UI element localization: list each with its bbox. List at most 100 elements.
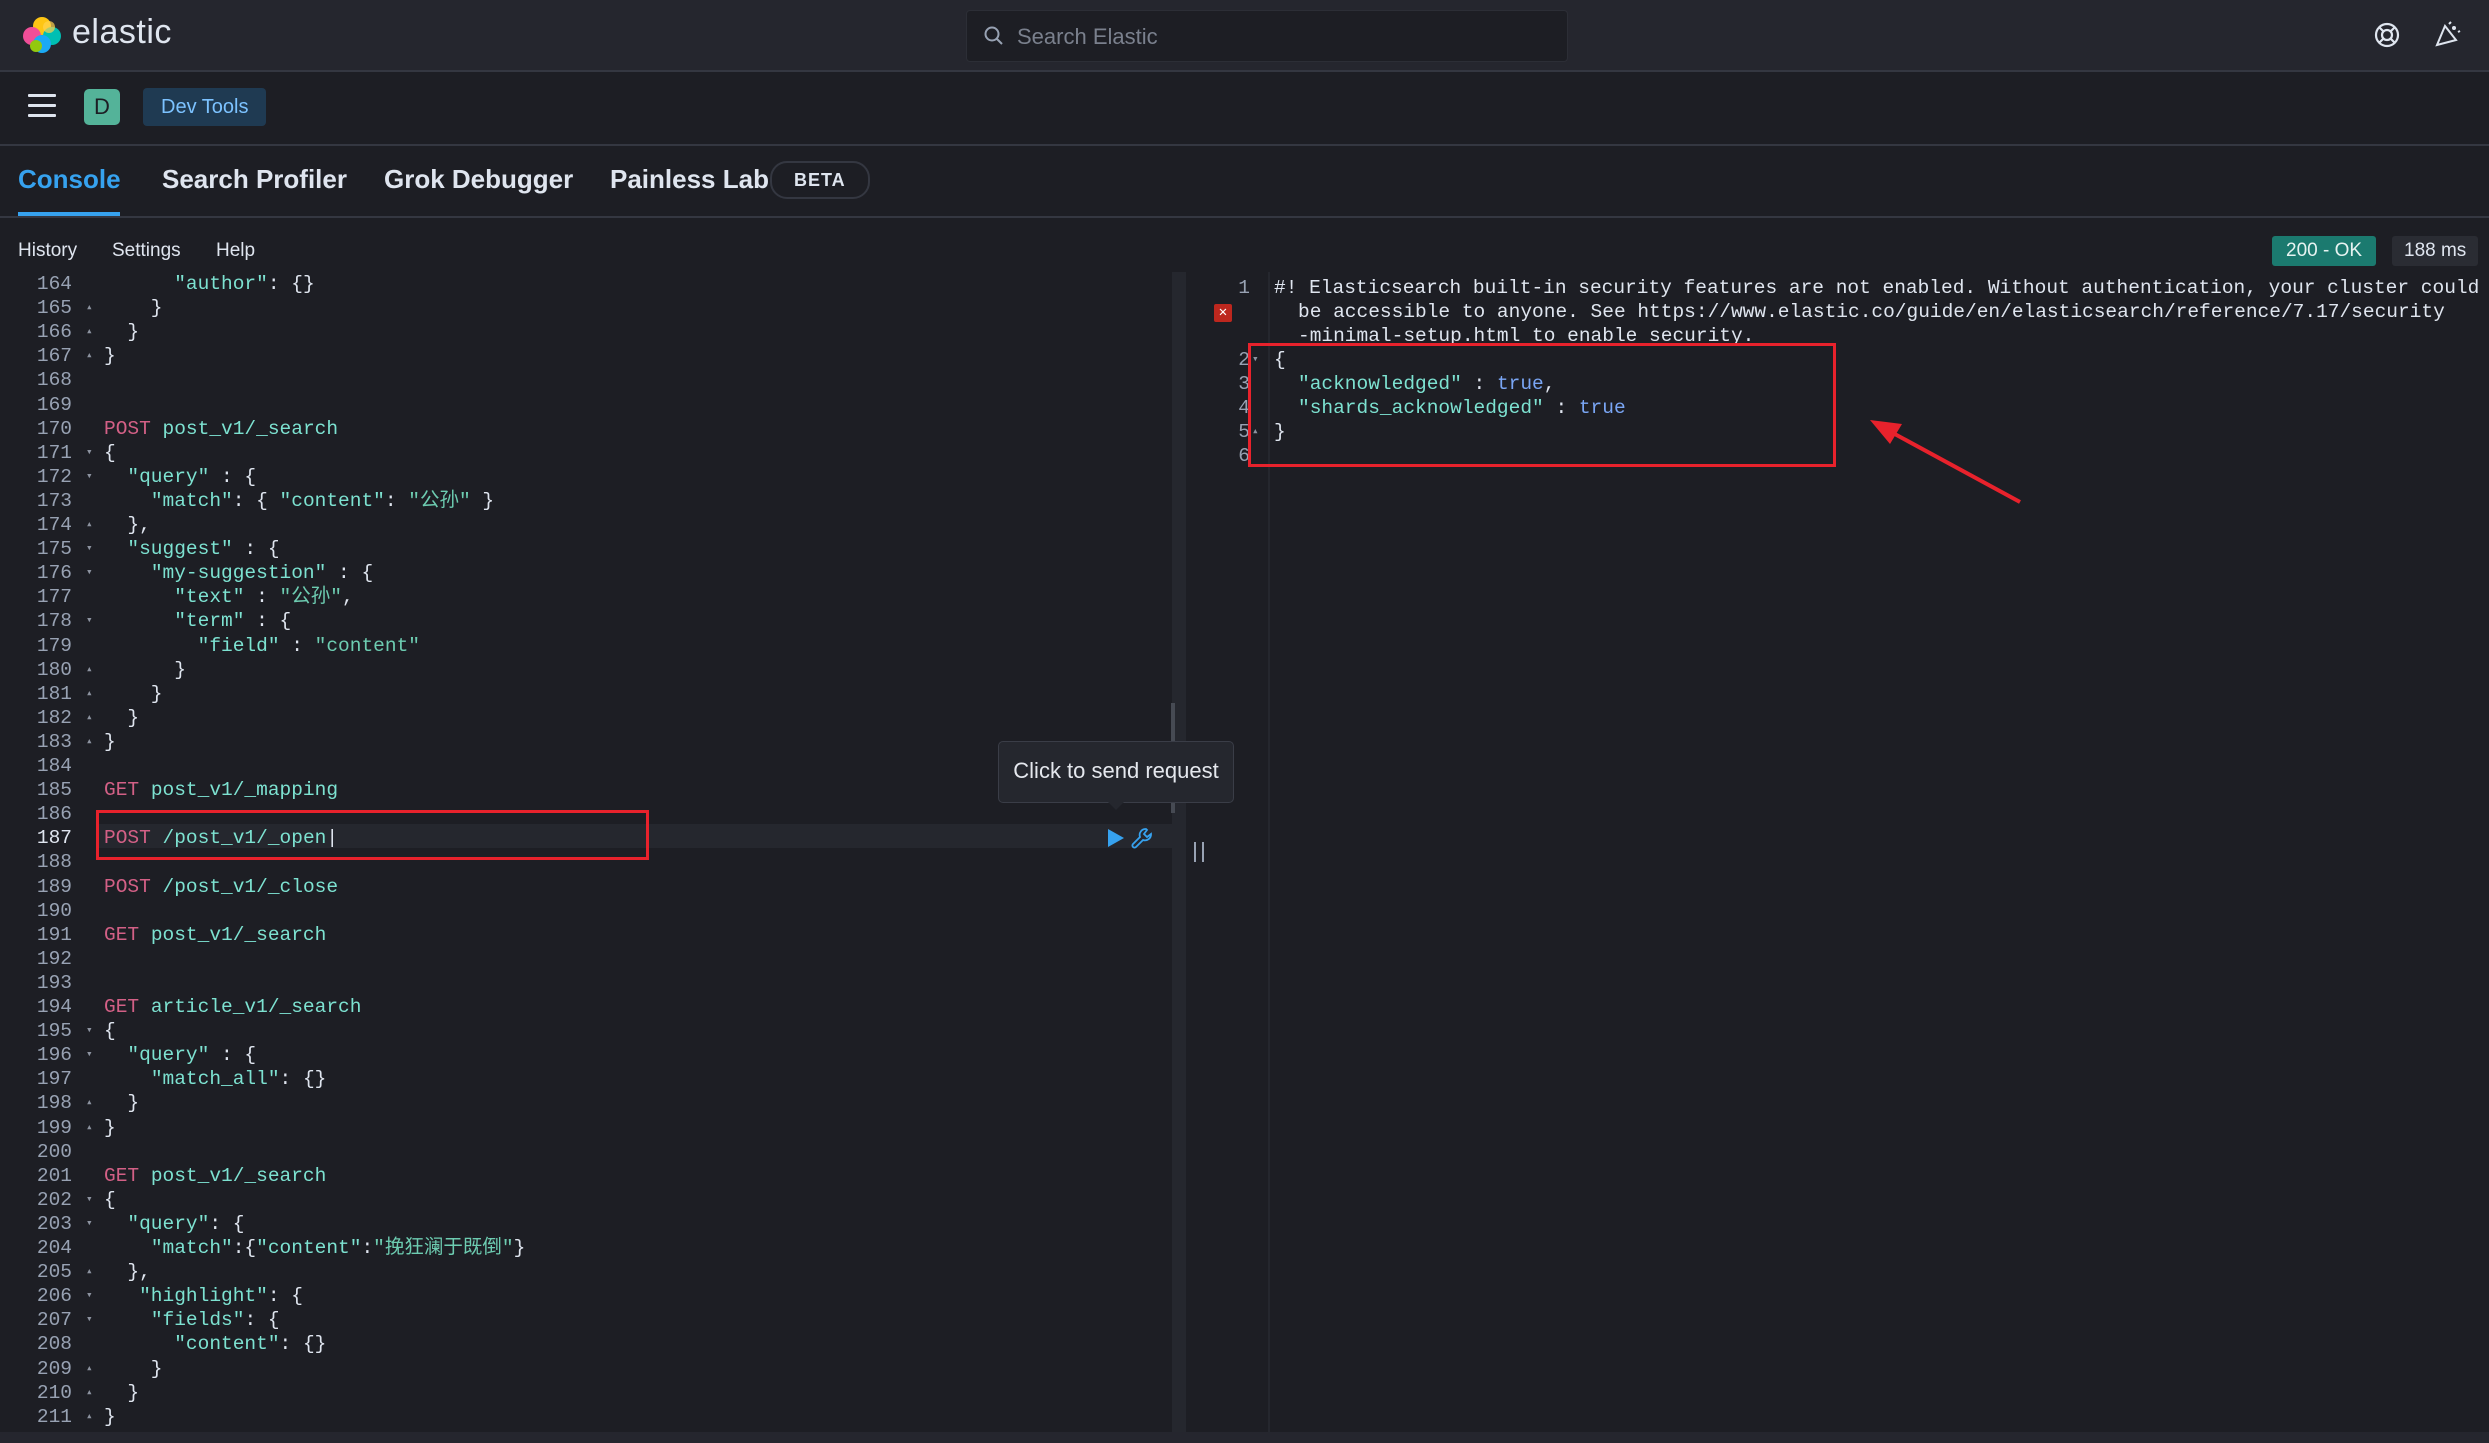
code-line[interactable]: } [104, 1357, 163, 1381]
code-line[interactable]: "query": { [104, 1212, 244, 1236]
code-line[interactable]: "text" : "公孙", [104, 585, 353, 609]
code-line[interactable]: GET article_v1/_search [104, 995, 361, 1019]
fold-toggle[interactable]: ▾ [86, 1188, 96, 1212]
line-number: 185 [36, 779, 72, 801]
tab-painless-lab[interactable]: Painless Lab [610, 164, 769, 195]
fold-toggle[interactable]: ▾ [86, 1043, 96, 1067]
fold-toggle[interactable]: ▾ [86, 1284, 96, 1308]
warning-line: #! Elasticsearch built-in security featu… [1274, 277, 2480, 299]
code-line[interactable]: } [104, 320, 139, 344]
code-line[interactable]: POST /post_v1/_close [104, 875, 338, 899]
top-header: elastic [0, 0, 2489, 72]
line-number: 181 [36, 683, 72, 705]
code-line[interactable]: "term" : { [104, 609, 291, 633]
fold-toggle[interactable]: ▴ [86, 682, 96, 706]
fold-toggle[interactable]: ▴ [86, 513, 96, 537]
code-line[interactable]: "field" : "content" [104, 634, 420, 658]
space-avatar[interactable]: D [84, 89, 120, 125]
code-line[interactable]: }, [104, 1260, 150, 1284]
code-line[interactable]: "fields": { [104, 1308, 280, 1332]
line-number: 187 [36, 827, 72, 849]
line-number: 209 [36, 1358, 72, 1380]
breadcrumb[interactable]: Dev Tools [143, 88, 267, 126]
help-icon[interactable] [2372, 20, 2402, 50]
code-line[interactable]: } [104, 1381, 139, 1405]
line-number: 195 [36, 1020, 72, 1042]
fold-toggle[interactable]: ▾ [86, 1212, 96, 1236]
code-line[interactable]: "highlight": { [104, 1284, 303, 1308]
code-line[interactable]: "match":{"content":"挽狂澜于既倒"} [104, 1236, 525, 1260]
code-line[interactable]: "match": { "content": "公孙" } [104, 489, 494, 513]
global-search[interactable] [966, 10, 1568, 63]
code-line[interactable]: GET post_v1/_mapping [104, 778, 338, 802]
tab-console[interactable]: Console [18, 164, 121, 195]
code-line[interactable]: GET post_v1/_search [104, 1164, 326, 1188]
fold-toggle[interactable]: ▾ [86, 441, 96, 465]
line-number: 165 [36, 297, 72, 319]
code-line[interactable]: { [104, 1188, 116, 1212]
fold-toggle[interactable]: ▴ [86, 730, 96, 754]
tab-search-profiler[interactable]: Search Profiler [162, 164, 347, 195]
fold-toggle[interactable]: ▾ [86, 465, 96, 489]
fold-toggle[interactable]: ▴ [86, 344, 96, 368]
code-line[interactable]: } [104, 730, 116, 754]
code-line[interactable]: "query" : { [104, 1043, 256, 1067]
fold-toggle[interactable]: ▴ [86, 1116, 96, 1140]
send-request-button[interactable] [1104, 827, 1126, 849]
fold-toggle[interactable]: ▴ [86, 320, 96, 344]
line-number: 197 [36, 1068, 72, 1090]
line-number: 192 [36, 948, 72, 970]
fold-toggle[interactable]: ▾ [86, 1308, 96, 1332]
fold-toggle[interactable]: ▴ [86, 1405, 96, 1429]
code-line[interactable]: { [104, 1019, 116, 1043]
fold-toggle[interactable]: ▴ [86, 1260, 96, 1284]
search-input[interactable] [1015, 11, 1559, 63]
code-line[interactable]: } [104, 344, 116, 368]
line-number: 178 [36, 610, 72, 632]
response-line-number: 5 [1238, 421, 1250, 443]
code-line[interactable]: "match_all": {} [104, 1067, 327, 1091]
code-line[interactable]: } [104, 1405, 116, 1429]
code-line[interactable]: } [104, 1116, 116, 1140]
send-request-tooltip: Click to send request [998, 741, 1234, 803]
fold-toggle[interactable]: ▾ [86, 609, 96, 633]
wrench-icon[interactable] [1130, 825, 1156, 851]
fold-toggle[interactable]: ▴ [86, 1357, 96, 1381]
code-line[interactable]: "content": {} [104, 1332, 326, 1356]
code-line[interactable]: "author": {} [104, 272, 314, 296]
fold-toggle[interactable]: ▾ [86, 1019, 96, 1043]
code-line[interactable]: } [104, 296, 163, 320]
menu-icon[interactable] [28, 94, 56, 120]
code-line[interactable]: } [104, 706, 139, 730]
code-line[interactable]: }, [104, 513, 150, 537]
code-line[interactable]: { [104, 441, 116, 465]
code-line[interactable]: } [104, 682, 163, 706]
line-number: 179 [36, 635, 72, 657]
news-feed-icon[interactable] [2432, 20, 2462, 50]
editor-scrollbar-track[interactable] [1172, 272, 1186, 1432]
search-icon [984, 26, 1003, 45]
fold-toggle[interactable]: ▾ [86, 537, 96, 561]
code-line[interactable]: "suggest" : { [104, 537, 279, 561]
settings-link[interactable]: Settings [112, 240, 181, 262]
history-link[interactable]: History [18, 240, 77, 262]
fold-toggle[interactable]: ▴ [86, 706, 96, 730]
code-line[interactable]: GET post_v1/_search [104, 923, 326, 947]
code-line[interactable]: } [104, 1091, 139, 1115]
help-link[interactable]: Help [216, 240, 255, 262]
line-number: 200 [36, 1141, 72, 1163]
elastic-logo[interactable] [22, 14, 64, 56]
fold-toggle[interactable]: ▴ [86, 658, 96, 682]
fold-toggle[interactable]: ▴ [86, 1381, 96, 1405]
code-line[interactable]: "query" : { [104, 465, 256, 489]
fold-toggle[interactable]: ▾ [86, 561, 96, 585]
code-line[interactable]: POST post_v1/_search [104, 417, 338, 441]
code-line[interactable]: "my-suggestion" : { [104, 561, 373, 585]
tab-grok-debugger[interactable]: Grok Debugger [384, 164, 573, 195]
fold-toggle[interactable]: ▴ [86, 1091, 96, 1115]
pane-resize-handle[interactable] [1194, 842, 1204, 862]
code-line[interactable]: } [104, 658, 186, 682]
fold-toggle[interactable]: ▴ [86, 296, 96, 320]
line-number: 171 [36, 442, 72, 464]
line-number: 175 [36, 538, 72, 560]
